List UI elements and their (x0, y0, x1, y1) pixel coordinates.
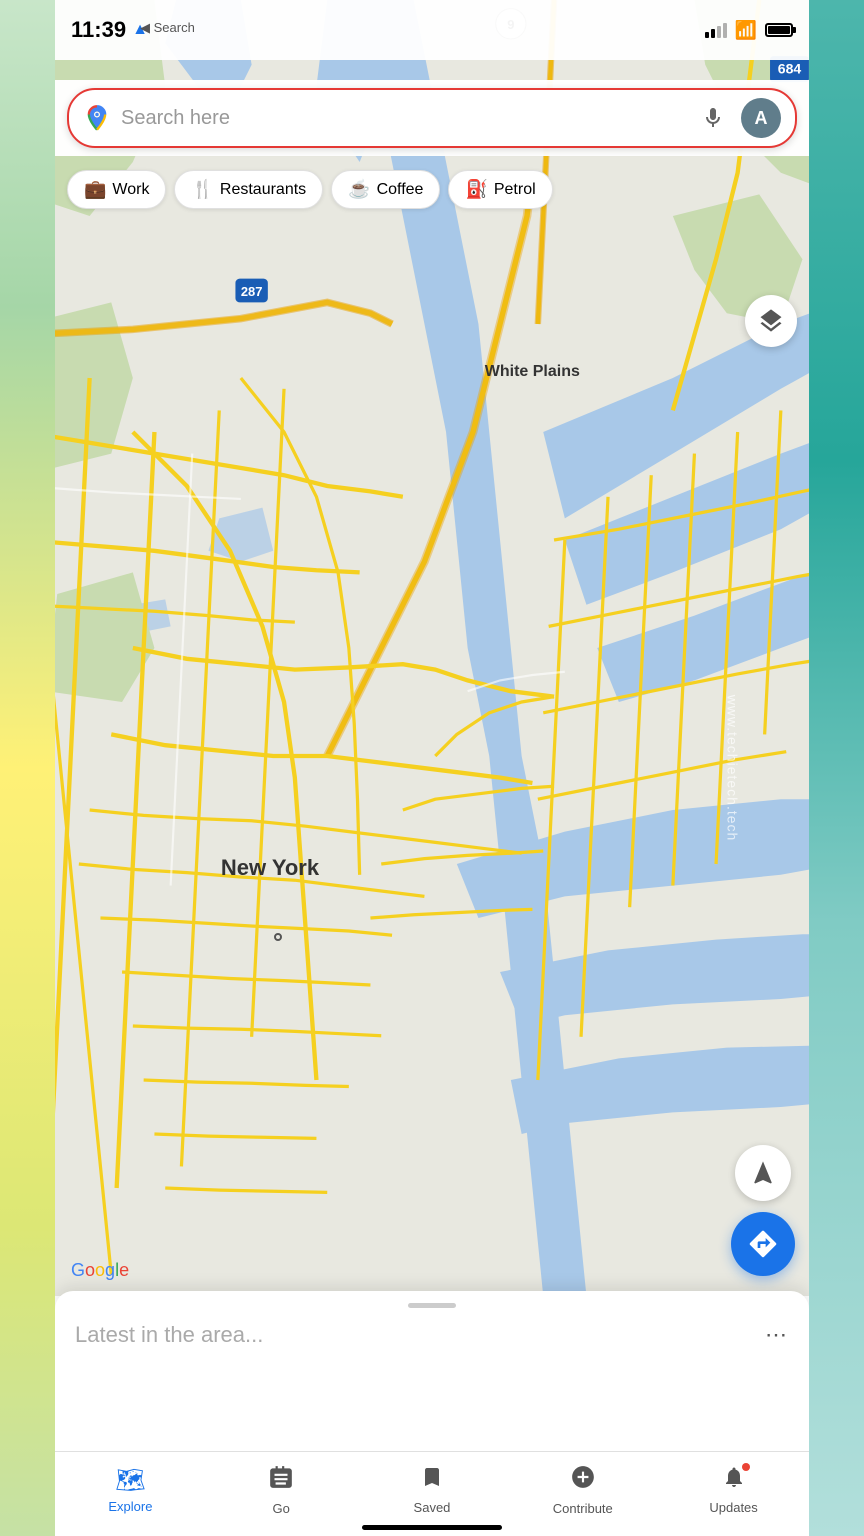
coffee-icon: ☕ (348, 179, 370, 200)
work-label: Work (112, 181, 149, 199)
bottom-sheet: Latest in the area... ⋯ (55, 1291, 809, 1466)
signal-icon (705, 23, 727, 38)
bottom-nav: 🗺 Explore Go Saved (55, 1451, 809, 1536)
google-watermark: Google (71, 1260, 129, 1281)
ny-dot (274, 933, 282, 941)
battery-icon (765, 23, 793, 37)
updates-icon (722, 1465, 746, 1496)
google-o2: o (95, 1260, 105, 1280)
search-bar[interactable]: Search here A (67, 88, 797, 148)
nav-contribute[interactable]: Contribute (543, 1464, 623, 1516)
restaurants-label: Restaurants (220, 181, 306, 199)
sheet-handle (408, 1303, 456, 1308)
avatar-button[interactable]: A (741, 98, 781, 138)
right-border (809, 0, 864, 1536)
sheet-title-row: Latest in the area... ⋯ (75, 1322, 789, 1348)
avatar-initial: A (755, 108, 768, 129)
contribute-icon (570, 1464, 596, 1497)
go-icon (268, 1464, 294, 1497)
nav-saved[interactable]: Saved (392, 1465, 472, 1515)
status-time-area: 11:39 ▲ (71, 17, 148, 43)
google-e: e (119, 1260, 129, 1280)
maps-pin-icon (83, 104, 111, 132)
category-petrol[interactable]: ⛽ Petrol (448, 170, 552, 209)
explore-icon: 🗺 (115, 1466, 145, 1495)
status-time: 11:39 (71, 17, 126, 43)
directions-icon (747, 1228, 779, 1260)
mic-icon (701, 106, 725, 130)
directions-button[interactable] (731, 1212, 795, 1276)
google-g: G (71, 1260, 85, 1280)
updates-label: Updates (709, 1500, 757, 1515)
google-o1: o (85, 1260, 95, 1280)
contribute-label: Contribute (553, 1501, 613, 1516)
work-icon: 💼 (84, 179, 106, 200)
svg-text:287: 287 (241, 284, 263, 299)
search-bar-container: Search here A (55, 80, 809, 156)
left-border (0, 0, 55, 1536)
sheet-title: Latest in the area... (75, 1322, 263, 1348)
nav-explore[interactable]: 🗺 Explore (90, 1466, 170, 1514)
wifi-icon: 📶 (735, 20, 757, 41)
navigation-icon (749, 1159, 777, 1187)
category-coffee[interactable]: ☕ Coffee (331, 170, 440, 209)
explore-label: Explore (108, 1499, 152, 1514)
svg-text:684: 684 (778, 60, 802, 76)
search-placeholder[interactable]: Search here (121, 107, 685, 130)
location-button[interactable] (735, 1145, 791, 1201)
status-icons: 📶 (705, 20, 793, 41)
petrol-label: Petrol (494, 181, 536, 199)
layers-icon (757, 307, 785, 335)
nav-go[interactable]: Go (241, 1464, 321, 1516)
go-label: Go (273, 1501, 290, 1516)
back-label: ◀ Search (140, 20, 195, 36)
google-g2: g (105, 1260, 115, 1280)
status-bar: 11:39 ▲ ◀ Search 📶 (55, 0, 809, 60)
coffee-label: Coffee (377, 181, 424, 199)
category-work[interactable]: 💼 Work (67, 170, 166, 209)
saved-label: Saved (414, 1500, 451, 1515)
home-indicator (362, 1525, 502, 1530)
category-pills: 💼 Work 🍴 Restaurants ☕ Coffee ⛽ Petrol (55, 162, 809, 217)
saved-icon (420, 1465, 444, 1496)
nav-updates[interactable]: Updates (694, 1465, 774, 1515)
category-restaurants[interactable]: 🍴 Restaurants (174, 170, 323, 209)
sheet-more-button[interactable]: ⋯ (765, 1322, 789, 1348)
layer-button[interactable] (745, 295, 797, 347)
watermark: www.techietech.tech (725, 695, 741, 842)
restaurants-icon: 🍴 (191, 179, 213, 200)
main-content: 11:39 ▲ ◀ Search 📶 (55, 0, 809, 1536)
mic-button[interactable] (695, 100, 731, 136)
petrol-icon: ⛽ (465, 179, 487, 200)
